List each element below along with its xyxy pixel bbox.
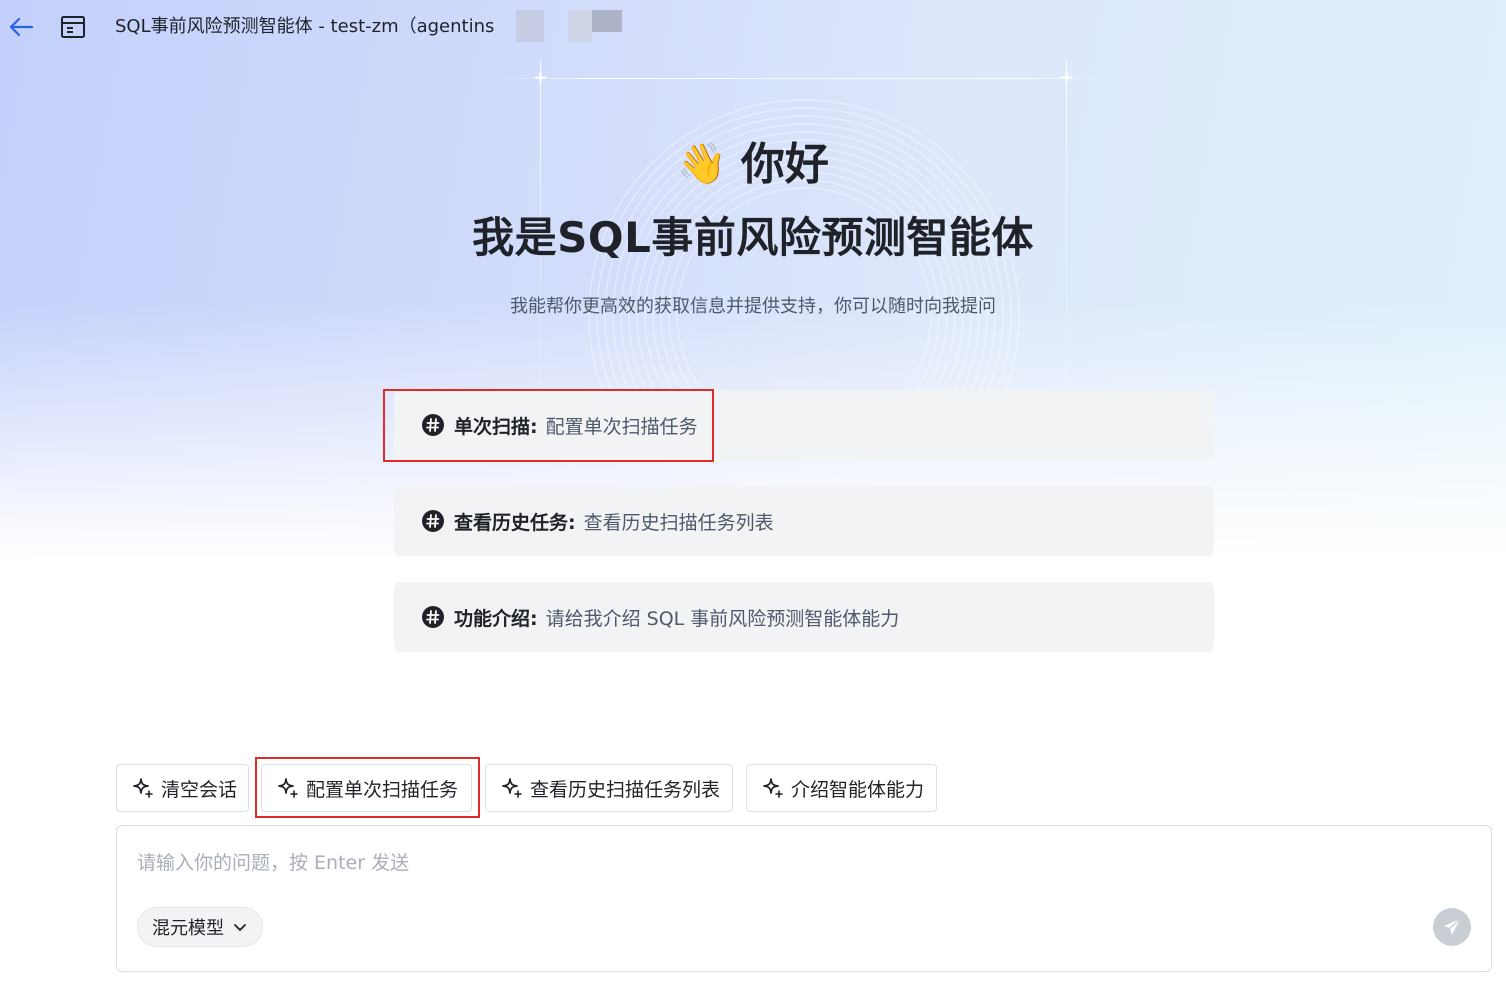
sidebar-toggle-icon[interactable]: [58, 12, 88, 42]
redacted-text-block: [592, 10, 622, 32]
redacted-text-block: [568, 10, 592, 42]
sparkle-icon: [502, 778, 522, 798]
suggestion-key: 单次扫描:: [454, 415, 538, 438]
top-bar: SQL事前风险预测智能体 - test-zm（agentins: [0, 0, 1506, 54]
suggestion-key: 查看历史任务:: [454, 511, 576, 534]
hash-icon: [422, 606, 444, 628]
suggestion-card-intro[interactable]: 功能介绍: 请给我介绍 SQL 事前风险预测智能体能力: [394, 582, 1214, 652]
greeting-heading: 👋 你好: [0, 132, 1506, 197]
suggestion-key: 功能介绍:: [454, 607, 538, 630]
sparkle-icon: [133, 778, 153, 798]
chip-label: 查看历史扫描任务列表: [530, 778, 721, 801]
suggestion-text: 请给我介绍 SQL 事前风险预测智能体能力: [545, 607, 900, 630]
chip-label: 配置单次扫描任务: [306, 778, 459, 801]
greeting-hello: 你好: [740, 139, 829, 190]
suggestion-text: 配置单次扫描任务: [545, 415, 698, 438]
agent-subtitle: 我能帮你更高效的获取信息并提供支持，你可以随时向我提问: [510, 296, 996, 317]
arrow-left-icon[interactable]: [6, 12, 36, 42]
redacted-text-block: [516, 10, 544, 42]
sparkle-icon: [763, 778, 783, 798]
chevron-down-icon: [234, 924, 246, 931]
wave-emoji: 👋: [677, 141, 727, 187]
chip-label: 介绍智能体能力: [791, 778, 925, 801]
chat-input[interactable]: [137, 848, 1437, 878]
sparkle-icon: [278, 778, 298, 798]
suggestion-card-single-scan[interactable]: 单次扫描: 配置单次扫描任务: [394, 390, 1214, 460]
view-history-tasks-button[interactable]: 查看历史扫描任务列表: [485, 764, 733, 812]
model-label: 混元模型: [152, 918, 224, 939]
page-title: SQL事前风险预测智能体 - test-zm（agentins: [115, 16, 495, 37]
agent-intro-heading: 我是SQL事前风险预测智能体: [472, 213, 1034, 262]
send-button[interactable]: [1433, 908, 1471, 946]
hash-icon: [422, 510, 444, 532]
model-selector[interactable]: 混元模型: [137, 907, 263, 947]
suggestion-text: 查看历史扫描任务列表: [583, 511, 774, 534]
suggestion-card-history[interactable]: 查看历史任务: 查看历史扫描任务列表: [394, 486, 1214, 556]
clear-conversation-button[interactable]: 清空会话: [116, 764, 249, 812]
chip-label: 清空会话: [161, 778, 238, 801]
configure-single-scan-button[interactable]: 配置单次扫描任务: [261, 764, 472, 812]
send-icon: [1444, 918, 1461, 935]
introduce-agent-button[interactable]: 介绍智能体能力: [746, 764, 937, 812]
chat-input-container: 混元模型: [116, 825, 1492, 972]
hash-icon: [422, 414, 444, 436]
